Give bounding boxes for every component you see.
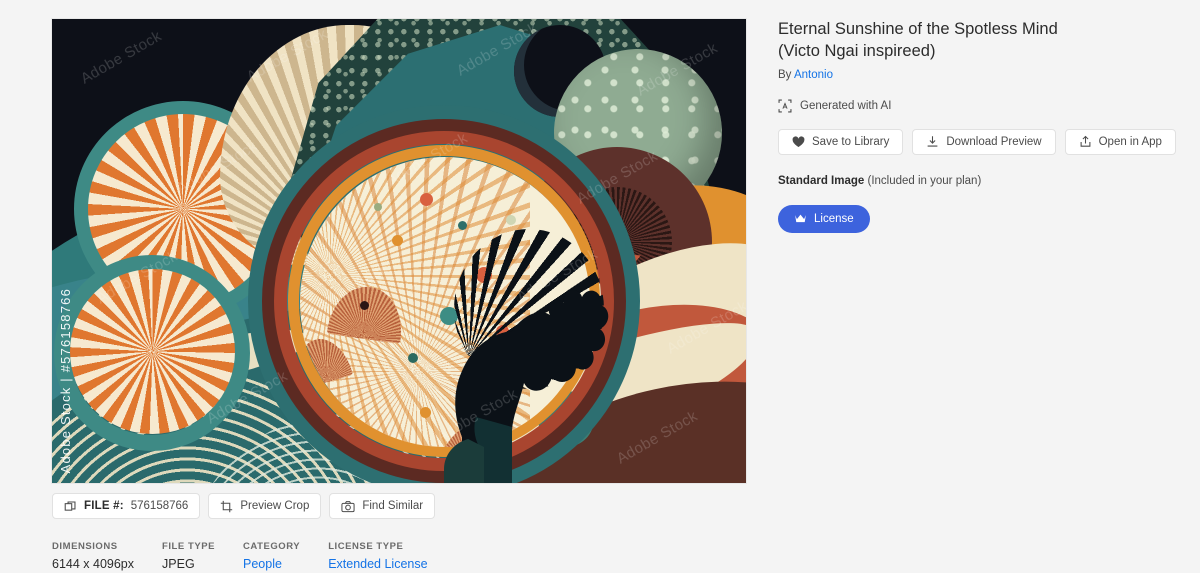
ai-generated-badge: Generated with AI (778, 99, 1138, 113)
file-number-value: 576158766 (130, 500, 189, 512)
byline: By Antonio (778, 69, 1138, 81)
file-number-chip[interactable]: FILE #: 576158766 (52, 493, 201, 519)
metadata-file-type: FILE TYPE JPEG (162, 541, 215, 571)
file-icon (64, 501, 76, 511)
crop-icon (221, 500, 233, 512)
license-button-label: License (814, 212, 854, 225)
asset-preview-column: Adobe Stock Adobe Stock Adobe Stock Adob… (52, 19, 746, 571)
metadata-value: 6144 x 4096px (52, 557, 135, 571)
save-to-library-button[interactable]: Save to Library (778, 128, 904, 155)
asset-toolbar: FILE #: 576158766 Preview Crop Find Simi… (52, 493, 746, 519)
plan-type: Standard Image (778, 174, 865, 187)
plan-note: (Included in your plan) (867, 174, 982, 187)
metadata-label: LICENSE TYPE (328, 541, 404, 552)
metadata-license-type: LICENSE TYPE Extended License (328, 541, 427, 571)
metadata-category-link[interactable]: People (243, 557, 300, 571)
open-in-app-button[interactable]: Open in App (1064, 128, 1176, 155)
watermark-file-number: Adobe Stock | #576158766 (58, 287, 73, 473)
artwork-illustration: Adobe Stock Adobe Stock Adobe Stock Adob… (52, 19, 746, 483)
metadata-category: CATEGORY People (243, 541, 300, 571)
byline-prefix: By (778, 68, 792, 81)
download-icon (927, 136, 938, 147)
ai-generated-icon (778, 99, 792, 113)
license-button[interactable]: License (778, 204, 870, 233)
metadata-label: DIMENSIONS (52, 541, 118, 552)
open-in-app-label: Open in App (1098, 135, 1162, 148)
find-similar-label: Find Similar (362, 500, 424, 512)
preview-crop-label: Preview Crop (240, 500, 310, 512)
metadata-license-link[interactable]: Extended License (328, 557, 427, 571)
asset-metadata: DIMENSIONS 6144 x 4096px FILE TYPE JPEG … (52, 541, 746, 571)
metadata-value: JPEG (162, 557, 195, 571)
find-similar-button[interactable]: Find Similar (329, 493, 436, 519)
heart-icon (792, 135, 805, 147)
file-number-label: FILE #: (84, 500, 124, 512)
author-link[interactable]: Antonio (794, 69, 833, 81)
crown-icon (795, 214, 806, 223)
camera-icon (341, 500, 355, 512)
page-title: Eternal Sunshine of the Spotless Mind (V… (778, 20, 1058, 61)
asset-actions: Save to Library Download Preview Open in… (778, 128, 1176, 155)
art-coral-cluster-two (70, 269, 235, 434)
preview-crop-button[interactable]: Preview Crop (208, 493, 322, 519)
plan-status: Standard Image (Included in your plan) (778, 175, 1138, 187)
metadata-label: CATEGORY (243, 541, 301, 552)
save-to-library-label: Save to Library (812, 135, 890, 148)
metadata-dimensions: DIMENSIONS 6144 x 4096px (52, 541, 134, 571)
metadata-label: FILE TYPE (162, 541, 215, 552)
art-figure-silhouette (444, 289, 609, 483)
open-in-app-icon (1080, 135, 1091, 147)
download-preview-button[interactable]: Download Preview (912, 128, 1056, 155)
asset-info-column: Eternal Sunshine of the Spotless Mind (V… (778, 18, 1176, 233)
asset-detail-page: Adobe Stock Adobe Stock Adobe Stock Adob… (0, 0, 1200, 573)
ai-generated-label: Generated with AI (800, 99, 892, 112)
asset-image[interactable]: Adobe Stock Adobe Stock Adobe Stock Adob… (52, 19, 746, 483)
download-preview-label: Download Preview (946, 135, 1042, 148)
